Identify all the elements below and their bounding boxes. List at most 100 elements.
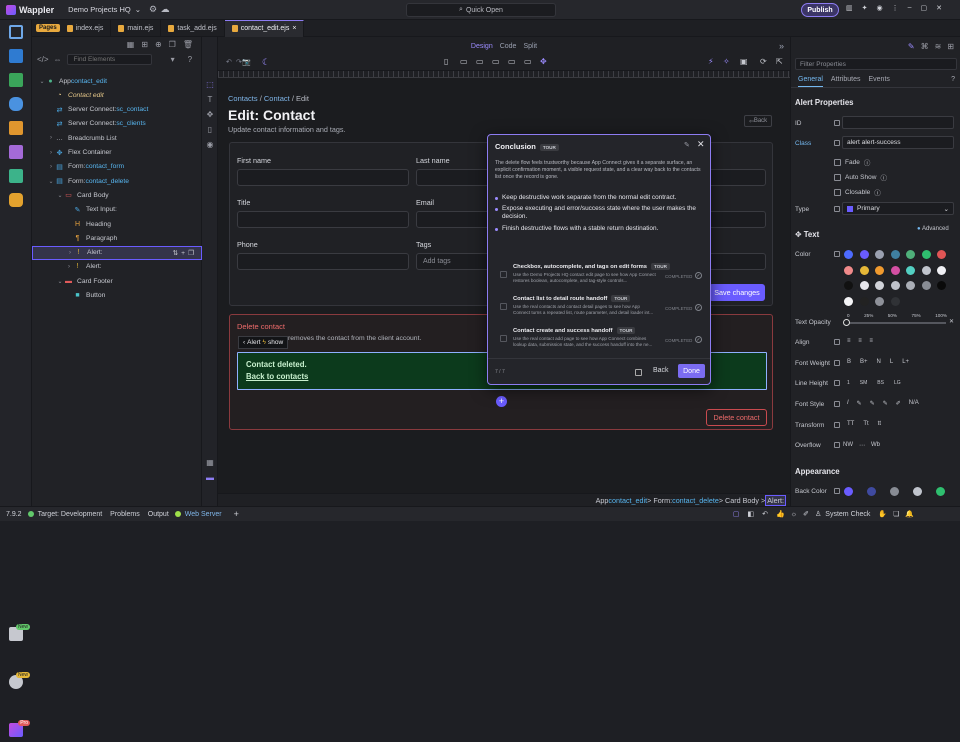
italic-icon[interactable]: I <box>847 400 849 407</box>
web-server-button[interactable]: Web Server <box>185 511 222 518</box>
color-swatch[interactable] <box>890 250 900 259</box>
lh-sm[interactable]: SM <box>860 380 868 386</box>
tree-item[interactable]: ›… Breadcrumb List <box>32 131 202 145</box>
design-view-button[interactable]: Design <box>471 43 493 50</box>
tour-list-item[interactable]: Checkbox, autocomplete, and tags on edit… <box>495 259 705 291</box>
phone-field[interactable] <box>237 253 409 270</box>
person-icon[interactable]: ♙ <box>815 510 821 518</box>
alert-element-tag[interactable]: ‹ Alert ϟ show <box>238 336 289 349</box>
chevron-icon[interactable]: › <box>47 150 55 156</box>
select-icon[interactable]: ⬚ <box>202 77 218 92</box>
tour-item-checkbox[interactable] <box>500 303 507 310</box>
chevron-icon[interactable]: ⌄ <box>38 78 46 85</box>
color-swatch[interactable] <box>875 265 884 275</box>
autoshow-checkbox[interactable]: Auto Show ⓘ <box>834 172 887 182</box>
filter-properties-input[interactable]: Filter Properties <box>795 58 957 70</box>
thumb-icon[interactable]: ✋ <box>878 510 887 518</box>
opacity-slider[interactable] <box>847 322 946 324</box>
pen-icon[interactable]: ✎ <box>883 400 888 407</box>
edit-icon[interactable]: ✎ <box>684 141 690 149</box>
color-swatch[interactable] <box>921 250 931 259</box>
tab-task-add[interactable]: task_add.ejs <box>161 19 225 37</box>
back-color-swatch[interactable] <box>844 487 853 496</box>
tree-item[interactable]: ›! Alert: ⇅+❐ <box>32 245 202 260</box>
like-icon[interactable]: 👍 <box>776 510 785 518</box>
tree-item[interactable]: ✎ Text Input: <box>32 203 202 217</box>
chevron-icon[interactable]: ⌄ <box>47 178 55 185</box>
color-swatch[interactable] <box>937 250 946 259</box>
brush-icon[interactable]: ✐ <box>803 510 809 518</box>
style-icon[interactable]: ≋ <box>935 42 942 51</box>
color-swatch[interactable] <box>844 250 853 259</box>
fw-light[interactable]: L <box>890 359 893 365</box>
component-icon[interactable]: ⊞ <box>141 40 148 49</box>
tree-item[interactable]: ⌄ ● App contact_edit <box>32 74 202 88</box>
color-swatch[interactable] <box>937 281 946 290</box>
filter-icon[interactable]: ▾ <box>171 55 175 64</box>
magic-icon[interactable]: ✧ <box>723 57 730 66</box>
align-center-icon[interactable]: ≡ <box>858 338 862 344</box>
layout-icon[interactable]: ▢ <box>733 510 740 518</box>
help-icon[interactable]: ? <box>188 55 192 64</box>
ov-nowrap[interactable]: NW <box>843 442 853 449</box>
color-swatch[interactable] <box>906 281 915 290</box>
laptop-icon[interactable]: ▭ <box>492 57 500 66</box>
eye-icon[interactable]: ◉ <box>202 137 218 152</box>
fade-checkbox[interactable]: Fade ⓘ <box>834 157 870 167</box>
tab-index[interactable]: index.ejs <box>60 19 112 37</box>
bind-icon[interactable] <box>834 339 840 345</box>
color-swatch[interactable] <box>875 281 884 290</box>
color-swatch[interactable] <box>859 281 869 290</box>
activity-routing[interactable] <box>0 116 32 140</box>
class-input[interactable]: alert alert-success <box>842 136 954 149</box>
problems-button[interactable]: Problems <box>110 511 140 518</box>
font-weight-options[interactable]: B B+ N L L+ <box>847 359 909 365</box>
color-swatch[interactable] <box>906 250 915 259</box>
tab-main[interactable]: main.ejs <box>111 19 162 37</box>
closable-checkbox[interactable]: Closable ⓘ <box>834 187 881 197</box>
code-icon[interactable]: </> <box>37 55 49 64</box>
fw-bold[interactable]: B <box>847 359 851 365</box>
lh-lg[interactable]: LG <box>894 380 901 386</box>
back-color-swatch[interactable] <box>867 487 876 496</box>
ellipsis-icon[interactable]: ⋯ <box>859 442 865 449</box>
tour-list-item[interactable]: Contact list to detail route handoff TOUR… <box>495 291 705 323</box>
bind-icon[interactable] <box>834 140 840 146</box>
copy-icon[interactable]: ❐ <box>169 40 176 49</box>
code-view-button[interactable]: Code <box>500 43 517 50</box>
delete-contact-button[interactable]: Delete contact <box>706 409 767 426</box>
color-swatch[interactable] <box>859 296 869 306</box>
tree-item[interactable]: H Heading <box>32 217 202 231</box>
color-swatch[interactable] <box>937 265 946 275</box>
minimize-icon[interactable]: – <box>908 4 912 12</box>
chevron-icon[interactable]: › <box>66 250 74 256</box>
fw-normal[interactable]: N <box>877 359 881 365</box>
camera-icon[interactable]: 📷 <box>242 58 251 66</box>
bind-icon[interactable] <box>834 360 840 366</box>
tour-dont-show-checkbox[interactable] <box>635 369 642 376</box>
tablet-icon[interactable]: ▭ <box>460 57 468 66</box>
undo-icon[interactable]: ↶ <box>226 58 232 66</box>
first-name-field[interactable] <box>237 169 409 186</box>
back-to-contacts-link[interactable]: Back to contacts <box>246 372 308 381</box>
back-color-swatch[interactable] <box>913 487 922 496</box>
tab-general[interactable]: General <box>798 76 823 87</box>
align-left-icon[interactable]: ≡ <box>847 338 851 344</box>
target-selector[interactable]: Target: Development <box>38 511 103 518</box>
refresh-icon[interactable]: ⟳ <box>760 57 767 66</box>
bind-icon[interactable] <box>834 422 840 428</box>
color-swatch[interactable] <box>890 296 900 306</box>
pen-icon[interactable]: ✎ <box>857 400 862 407</box>
library-icon[interactable]: ▦ <box>127 40 135 49</box>
bind-icon[interactable] <box>834 251 840 257</box>
moon-icon[interactable]: ☾ <box>262 57 270 68</box>
tree-item[interactable]: ⌄ ▬ Card Footer <box>32 274 202 288</box>
overflow-options[interactable]: NW ⋯ Wb <box>843 442 880 449</box>
trash-icon[interactable]: ▯ <box>202 122 218 137</box>
tree-item[interactable]: ◔ Contact edit <box>32 88 202 102</box>
color-swatch[interactable] <box>859 250 869 259</box>
color-swatch[interactable] <box>875 296 884 306</box>
cloud-icon[interactable]: ☁ <box>159 4 171 16</box>
bell-icon[interactable]: 🔔 <box>905 510 914 518</box>
title-field[interactable] <box>237 211 409 228</box>
